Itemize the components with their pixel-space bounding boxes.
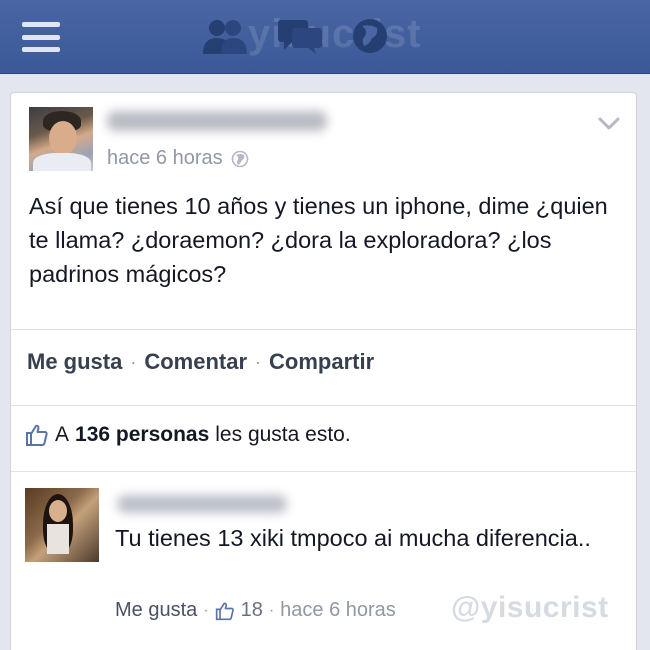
likes-count[interactable]: 136 personas bbox=[75, 423, 209, 447]
likes-summary[interactable]: A 136 personas les gusta esto. bbox=[25, 423, 351, 447]
top-icons-group bbox=[200, 14, 390, 58]
post-actions: Me gusta · Comentar · Compartir bbox=[27, 349, 374, 375]
like-button[interactable]: Me gusta bbox=[27, 349, 122, 375]
likes-suffix: les gusta esto. bbox=[215, 423, 351, 446]
menu-icon[interactable] bbox=[22, 22, 60, 52]
comment-meta: Me gusta · 18 · hace 6 horas bbox=[115, 599, 396, 622]
thumbs-up-icon bbox=[26, 424, 48, 446]
chevron-down-icon[interactable] bbox=[598, 117, 620, 131]
divider bbox=[11, 329, 636, 330]
separator-dot: · bbox=[130, 351, 137, 372]
divider bbox=[11, 405, 636, 406]
author-name-blurred[interactable] bbox=[107, 111, 327, 131]
post-text: Así que tienes 10 años y tienes un iphon… bbox=[29, 193, 608, 287]
separator-dot: · bbox=[268, 601, 275, 619]
public-globe-icon bbox=[231, 150, 248, 167]
thumbs-up-icon bbox=[215, 601, 234, 620]
bottom-watermark: @yisucrist bbox=[451, 591, 609, 624]
post-card: hace 6 horas Así que tienes 10 años y ti… bbox=[10, 92, 637, 650]
post-timestamp[interactable]: hace 6 horas bbox=[107, 147, 249, 170]
divider bbox=[11, 471, 636, 472]
comment-like-count[interactable]: 18 bbox=[241, 599, 263, 622]
comment-text: Tu tienes 13 xiki tmpoco ai mucha difere… bbox=[115, 525, 591, 551]
messages-icon[interactable] bbox=[276, 16, 324, 56]
comment-timestamp[interactable]: hace 6 horas bbox=[280, 599, 396, 622]
comment-like-button[interactable]: Me gusta bbox=[115, 599, 197, 622]
author-avatar[interactable] bbox=[29, 107, 93, 171]
top-navigation-bar: yisucrist bbox=[0, 0, 650, 74]
friends-icon[interactable] bbox=[200, 16, 250, 56]
post-time-text: hace 6 horas bbox=[107, 147, 223, 169]
globe-icon[interactable] bbox=[350, 16, 390, 56]
likes-prefix: A bbox=[55, 423, 70, 446]
separator-dot: · bbox=[255, 351, 262, 372]
comment-button[interactable]: Comentar bbox=[144, 349, 247, 375]
share-button[interactable]: Compartir bbox=[269, 349, 374, 375]
commenter-name-blurred[interactable] bbox=[117, 495, 287, 513]
separator-dot: · bbox=[203, 601, 209, 619]
commenter-avatar[interactable] bbox=[25, 488, 99, 562]
